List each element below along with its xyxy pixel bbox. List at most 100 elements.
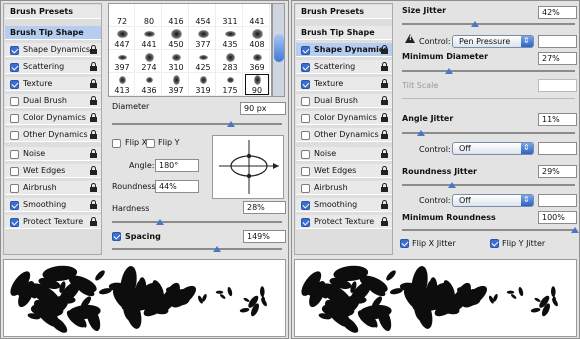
- angle-jitter-slider-knob[interactable]: [417, 130, 426, 136]
- roundness-jitter-slider-track[interactable]: [402, 184, 575, 186]
- sidebar-item-shape-dynamics[interactable]: Shape Dynamics: [296, 43, 392, 57]
- sidebar-item-color-dynamics[interactable]: Color Dynamics: [296, 111, 392, 125]
- roundness-jitter-field[interactable]: 29%: [538, 165, 577, 178]
- size-jitter-field[interactable]: 42%: [538, 6, 577, 19]
- size-jitter-slider-track[interactable]: [402, 23, 575, 25]
- lock-icon[interactable]: [381, 183, 388, 193]
- spacing-slider-knob[interactable]: [213, 246, 222, 252]
- brush-tip-cell[interactable]: 311: [217, 4, 243, 27]
- lock-icon[interactable]: [90, 79, 97, 89]
- brush-grid-scrollbar[interactable]: [272, 3, 285, 97]
- sidebar-item-brush-tip-shape[interactable]: Brush Tip Shape: [5, 26, 101, 40]
- lock-icon[interactable]: [90, 96, 97, 106]
- sidebar-item-dual-brush[interactable]: Dual Brush: [296, 94, 392, 108]
- wet-edges-checkbox[interactable]: [10, 167, 19, 176]
- brush-tip-cell[interactable]: 441: [244, 4, 270, 27]
- sidebar-item-other-dynamics[interactable]: Other Dynamics: [296, 128, 392, 142]
- sidebar-item-airbrush[interactable]: Airbrush: [5, 181, 101, 195]
- sidebar-item-protect-texture[interactable]: Protect Texture: [296, 215, 392, 229]
- flip-x-checkbox[interactable]: [112, 139, 121, 148]
- sidebar-item-other-dynamics[interactable]: Other Dynamics: [5, 128, 101, 142]
- diameter-slider-track[interactable]: [112, 123, 282, 125]
- lock-icon[interactable]: [381, 166, 388, 176]
- brush-tip-cell[interactable]: 310: [163, 50, 189, 73]
- sidebar-item-wet-edges[interactable]: Wet Edges: [296, 164, 392, 178]
- sidebar-item-scattering[interactable]: Scattering: [5, 60, 101, 74]
- scattering-checkbox[interactable]: [301, 63, 310, 72]
- sidebar-item-noise[interactable]: Noise: [296, 147, 392, 161]
- other-dynamics-checkbox[interactable]: [301, 131, 310, 140]
- smoothing-checkbox[interactable]: [301, 201, 310, 210]
- flip-y-checkbox[interactable]: [146, 139, 155, 148]
- lock-icon[interactable]: [90, 217, 97, 227]
- lock-icon[interactable]: [90, 130, 97, 140]
- sidebar-item-scattering[interactable]: Scattering: [296, 60, 392, 74]
- sidebar-item-texture[interactable]: Texture: [296, 77, 392, 91]
- airbrush-checkbox[interactable]: [301, 184, 310, 193]
- airbrush-checkbox[interactable]: [10, 184, 19, 193]
- angle-jitter-slider-track[interactable]: [402, 132, 575, 134]
- hardness-field[interactable]: 28%: [243, 201, 286, 214]
- brush-tip-cell[interactable]: 283: [217, 50, 243, 73]
- brush-tip-cell[interactable]: 425: [190, 50, 216, 73]
- protect-texture-checkbox[interactable]: [10, 218, 19, 227]
- lock-icon[interactable]: [381, 113, 388, 123]
- lock-icon[interactable]: [381, 79, 388, 89]
- dual-brush-checkbox[interactable]: [10, 97, 19, 106]
- sidebar-item-wet-edges[interactable]: Wet Edges: [5, 164, 101, 178]
- sidebar-item-shape-dynamics[interactable]: Shape Dynamics: [5, 43, 101, 57]
- roundness-field[interactable]: 44%: [155, 180, 199, 193]
- brush-tip-cell[interactable]: 435: [217, 27, 243, 50]
- sidebar-item-color-dynamics[interactable]: Color Dynamics: [5, 111, 101, 125]
- lock-icon[interactable]: [381, 96, 388, 106]
- brush-tip-cell[interactable]: 436: [136, 73, 162, 96]
- scrollbar-thumb[interactable]: [274, 34, 284, 62]
- brush-tip-cell[interactable]: 454: [190, 4, 216, 27]
- sidebar-item-smoothing[interactable]: Smoothing: [5, 198, 101, 212]
- brush-tip-cell[interactable]: 274: [136, 50, 162, 73]
- sidebar-item-dual-brush[interactable]: Dual Brush: [5, 94, 101, 108]
- brush-tip-cell[interactable]: 80: [136, 4, 162, 27]
- angle-field[interactable]: 180°: [155, 159, 199, 172]
- protect-texture-checkbox[interactable]: [301, 218, 310, 227]
- sidebar-item-brush-tip-shape[interactable]: Brush Tip Shape: [296, 26, 392, 40]
- color-dynamics-checkbox[interactable]: [301, 114, 310, 123]
- brush-tip-cell[interactable]: 397: [109, 50, 135, 73]
- lock-icon[interactable]: [381, 149, 388, 159]
- lock-icon[interactable]: [90, 113, 97, 123]
- sidebar-item-brush-presets[interactable]: Brush Presets: [296, 5, 392, 19]
- brush-tip-cell[interactable]: 447: [109, 27, 135, 50]
- min-diameter-slider-track[interactable]: [402, 70, 575, 72]
- spacing-checkbox[interactable]: [112, 232, 121, 241]
- noise-checkbox[interactable]: [10, 150, 19, 159]
- lock-icon[interactable]: [90, 200, 97, 210]
- flip-y-jitter-checkbox[interactable]: [490, 239, 499, 248]
- min-roundness-slider-knob[interactable]: [571, 227, 579, 233]
- dual-brush-checkbox[interactable]: [301, 97, 310, 106]
- angle-control-dropdown[interactable]: Off: [452, 142, 534, 155]
- brush-tip-cell[interactable]: 90: [244, 73, 270, 96]
- lock-icon[interactable]: [90, 183, 97, 193]
- roundness-jitter-slider-knob[interactable]: [448, 182, 457, 188]
- scattering-checkbox[interactable]: [10, 63, 19, 72]
- lock-icon[interactable]: [381, 45, 388, 55]
- texture-checkbox[interactable]: [10, 80, 19, 89]
- brush-tip-cell[interactable]: 408: [244, 27, 270, 50]
- brush-tip-cell[interactable]: 369: [244, 50, 270, 73]
- angle-control-field[interactable]: [538, 142, 577, 155]
- min-diameter-field[interactable]: 27%: [538, 52, 577, 65]
- sidebar-item-noise[interactable]: Noise: [5, 147, 101, 161]
- min-diameter-slider-knob[interactable]: [444, 68, 453, 74]
- shape-dynamics-checkbox[interactable]: [301, 46, 310, 55]
- lock-icon[interactable]: [90, 62, 97, 72]
- brush-tip-cell[interactable]: 397: [163, 73, 189, 96]
- min-roundness-slider-track[interactable]: [402, 229, 575, 231]
- lock-icon[interactable]: [90, 45, 97, 55]
- size-control-dropdown[interactable]: Pen Pressure: [452, 35, 534, 48]
- noise-checkbox[interactable]: [301, 150, 310, 159]
- sidebar-item-brush-presets[interactable]: Brush Presets: [5, 5, 101, 19]
- smoothing-checkbox[interactable]: [10, 201, 19, 210]
- sidebar-item-protect-texture[interactable]: Protect Texture: [5, 215, 101, 229]
- angle-jitter-field[interactable]: 11%: [538, 113, 577, 126]
- shape-dynamics-checkbox[interactable]: [10, 46, 19, 55]
